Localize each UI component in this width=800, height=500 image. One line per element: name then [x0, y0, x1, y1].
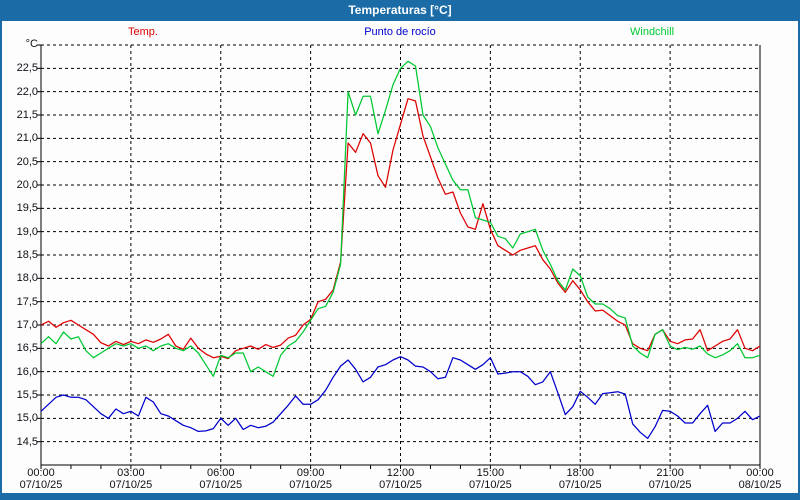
x-tick-time-label: 00:00 [6, 467, 76, 479]
legend-windchill: Windchill [630, 26, 674, 38]
y-tick-label: 18,0 [2, 272, 38, 284]
y-tick-label: 18,5 [2, 249, 38, 261]
y-tick-label: 19,0 [2, 226, 38, 238]
y-tick-label: 17,5 [2, 296, 38, 308]
x-tick-time-label: 15:00 [455, 467, 525, 479]
temperature-chart [0, 0, 800, 500]
y-tick-label: 20,0 [2, 179, 38, 191]
y-tick-label: 15,5 [2, 389, 38, 401]
window-border-left [0, 0, 2, 500]
legend-dewpoint: Punto de rocío [0, 26, 800, 38]
x-tick-date-label: 07/10/25 [276, 479, 346, 491]
x-tick-date-label: 08/10/25 [725, 479, 795, 491]
y-tick-label: 17,0 [2, 319, 38, 331]
y-tick-label: 16,0 [2, 366, 38, 378]
x-tick-date-label: 07/10/25 [96, 479, 166, 491]
y-tick-label: 21,5 [2, 109, 38, 121]
y-tick-label: 15,0 [2, 412, 38, 424]
x-tick-date-label: 07/10/25 [455, 479, 525, 491]
x-tick-time-label: 09:00 [276, 467, 346, 479]
x-tick-time-label: 21:00 [635, 467, 705, 479]
app-window: Temperaturas [°C] Temp. Punto de rocío W… [0, 0, 800, 500]
x-tick-time-label: 06:00 [186, 467, 256, 479]
x-tick-time-label: 12:00 [366, 467, 436, 479]
window-border-bottom [0, 493, 800, 500]
chart-legend: Temp. Punto de rocío Windchill [0, 26, 800, 42]
y-tick-label: 21,0 [2, 132, 38, 144]
window-title: Temperaturas [°C] [348, 3, 451, 17]
y-tick-label: 22,5 [2, 62, 38, 74]
y-tick-label: 22,0 [2, 86, 38, 98]
x-tick-time-label: 18:00 [545, 467, 615, 479]
series-line [41, 357, 760, 439]
x-tick-date-label: 07/10/25 [635, 479, 705, 491]
y-axis-unit-label: °C [2, 38, 38, 50]
x-tick-time-label: 03:00 [96, 467, 166, 479]
y-tick-label: 16,5 [2, 342, 38, 354]
y-tick-label: 19,5 [2, 202, 38, 214]
x-tick-date-label: 07/10/25 [545, 479, 615, 491]
x-tick-date-label: 07/10/25 [6, 479, 76, 491]
x-tick-time-label: 00:00 [725, 467, 795, 479]
window-title-bar: Temperaturas [°C] [0, 0, 800, 21]
y-tick-label: 14,5 [2, 436, 38, 448]
y-tick-label: 20,5 [2, 156, 38, 168]
x-tick-date-label: 07/10/25 [186, 479, 256, 491]
x-tick-date-label: 07/10/25 [366, 479, 436, 491]
